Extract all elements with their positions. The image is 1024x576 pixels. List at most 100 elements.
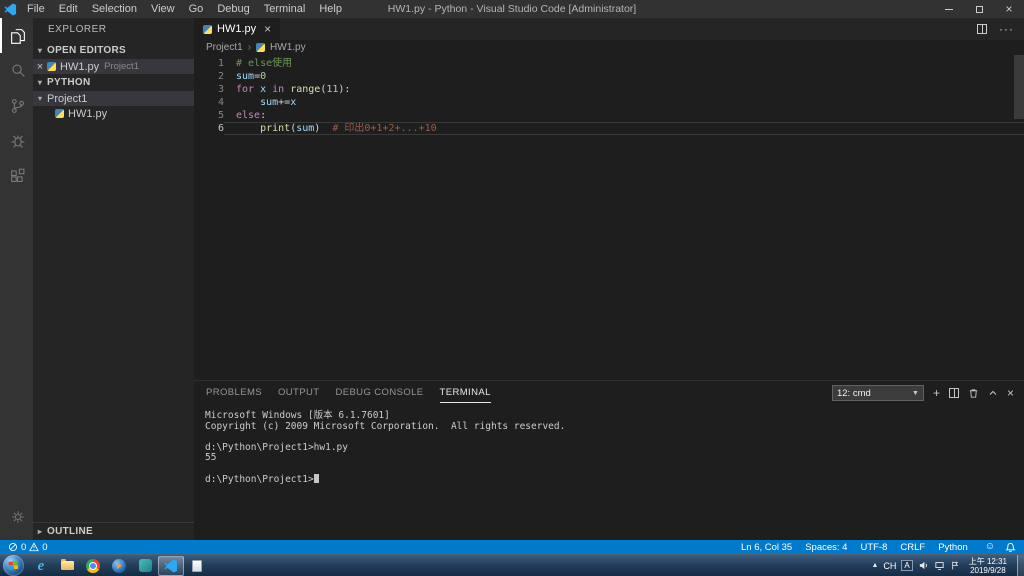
network-icon[interactable] [934, 560, 945, 571]
open-editors-header[interactable]: ▾ OPEN EDITORS [33, 42, 194, 59]
notifications-bell-icon[interactable] [1005, 542, 1016, 553]
panel-tab[interactable]: OUTPUT [278, 383, 319, 403]
warning-icon [29, 542, 40, 552]
terminal[interactable]: Microsoft Windows [版本 6.1.7601] Copyright… [194, 405, 1024, 540]
code-token: 11 [326, 84, 339, 95]
paint-icon[interactable] [132, 556, 158, 576]
tab-hw1py[interactable]: HW1.py × [194, 18, 281, 40]
warning-count: 0 [42, 541, 48, 553]
menu-item[interactable]: Debug [210, 0, 256, 18]
windows-flag-icon [8, 560, 19, 570]
status-item[interactable]: UTF-8 [860, 542, 887, 553]
action-center-flag-icon[interactable] [950, 560, 960, 571]
line-content: sum+=x [224, 96, 1024, 109]
chevron-right-icon: ▸ [37, 527, 43, 536]
close-panel-icon[interactable]: × [1007, 386, 1014, 400]
terminal-selector-value: 12: cmd [836, 387, 871, 399]
open-editor-item[interactable]: × HW1.py Project1 [33, 59, 194, 74]
status-item[interactable]: Spaces: 4 [805, 542, 847, 553]
terminal-selector[interactable]: 12: cmd ▼ [831, 385, 924, 401]
file-explorer-icon[interactable] [54, 556, 80, 576]
menu-item[interactable]: File [20, 0, 52, 18]
breadcrumb-file[interactable]: HW1.py [270, 42, 306, 53]
ie-icon[interactable]: e [28, 556, 54, 576]
maximize-panel-icon[interactable] [988, 388, 998, 398]
chrome-icon[interactable] [80, 556, 106, 576]
line-number: 1 [217, 58, 224, 69]
code-line[interactable]: 6 print(sum) # 印出0+1+2+...+10 [194, 122, 1024, 135]
ime-mode-indicator[interactable]: A [901, 560, 913, 571]
explorer-activity-icon[interactable] [0, 18, 33, 53]
menu-item[interactable]: Selection [85, 0, 144, 18]
panel-header: PROBLEMS OUTPUT DEBUG CONSOLE TERMINAL 12: … [194, 381, 1024, 405]
feedback-smiley-icon[interactable]: ☺ [985, 542, 995, 552]
speaker-icon[interactable] [918, 560, 929, 571]
code-token: print [236, 123, 291, 134]
vscode-logo-icon [0, 2, 20, 16]
menu-item[interactable]: Help [312, 0, 349, 18]
code-editor[interactable]: 1 # else使用 2 sum=0 3 for x in range(11): [194, 55, 1024, 380]
python-file-icon [47, 62, 56, 71]
problems-status[interactable]: 0 0 [8, 542, 48, 553]
file-item-hw1py[interactable]: HW1.py [33, 106, 194, 121]
workspace-header[interactable]: ▾ PYTHON [33, 74, 194, 91]
debug-icon[interactable] [0, 123, 33, 158]
code-token: # else使用 [236, 58, 293, 69]
outline-label: OUTLINE [47, 526, 93, 537]
close-tab-icon[interactable]: × [264, 22, 271, 36]
kill-terminal-icon[interactable] [968, 388, 979, 399]
status-item[interactable]: Ln 6, Col 35 [741, 542, 792, 553]
split-editor-icon[interactable] [977, 24, 987, 34]
maximize-button[interactable] [964, 0, 994, 18]
menu-item[interactable]: Go [182, 0, 211, 18]
line-number: 3 [217, 84, 224, 95]
code-line[interactable]: 2 sum=0 [194, 70, 1024, 83]
terminal-line: 55 [205, 452, 217, 463]
code-line[interactable]: 3 for x in range(11): [194, 83, 1024, 96]
terminal-line: Copyright (c) 2009 Microsoft Corporation… [205, 420, 566, 432]
menu-item[interactable]: Terminal [257, 0, 313, 18]
hidden-icons-arrow[interactable]: ▲ [871, 562, 878, 569]
line-number: 4 [217, 97, 224, 108]
code-token: += [278, 97, 291, 108]
split-terminal-icon[interactable] [948, 388, 959, 398]
menu-item[interactable]: View [144, 0, 182, 18]
notepad-icon[interactable] [184, 556, 210, 576]
source-control-icon[interactable] [0, 88, 33, 123]
close-editor-icon[interactable]: × [33, 61, 47, 73]
vscode-taskbar-icon[interactable] [158, 555, 184, 576]
breadcrumb-folder[interactable]: Project1 [206, 42, 243, 53]
show-desktop-button[interactable] [1017, 555, 1024, 576]
breadcrumb[interactable]: Project1 › HW1.py [194, 40, 1024, 55]
sidebar-title: EXPLORER [48, 24, 107, 35]
minimize-button[interactable] [934, 0, 964, 18]
taskbar-clock[interactable]: 上午 12:31 2019/9/28 [969, 557, 1007, 575]
close-window-button[interactable]: × [994, 0, 1024, 18]
chevron-down-icon: ▾ [37, 78, 43, 87]
panel-tab[interactable]: PROBLEMS [206, 383, 262, 403]
editor-scrollbar[interactable] [1014, 55, 1024, 119]
outline-header[interactable]: ▸ OUTLINE [33, 522, 194, 540]
status-item[interactable]: CRLF [900, 542, 925, 553]
language-indicator[interactable]: CH [883, 561, 896, 571]
panel-tab[interactable]: DEBUG CONSOLE [335, 383, 423, 403]
menu-item[interactable]: Edit [52, 0, 85, 18]
bottom-panel: PROBLEMS OUTPUT DEBUG CONSOLE TERMINAL 12: … [194, 380, 1024, 540]
settings-gear-icon[interactable] [0, 499, 33, 534]
search-icon[interactable] [0, 53, 33, 88]
code-token: : [260, 110, 267, 121]
start-button[interactable] [3, 555, 24, 576]
line-content: print(sum) # 印出0+1+2+...+10 [224, 122, 1024, 135]
folder-item-project1[interactable]: ▾ Project1 [33, 91, 194, 106]
code-line[interactable]: 1 # else使用 [194, 57, 1024, 70]
status-item[interactable]: Python [938, 542, 968, 553]
more-actions-icon[interactable]: ··· [999, 22, 1014, 36]
media-player-icon[interactable] [106, 556, 132, 576]
new-terminal-icon[interactable]: + [933, 386, 940, 400]
code-line[interactable]: 5 else: [194, 109, 1024, 122]
code-line[interactable]: 4 sum+=x [194, 96, 1024, 109]
extensions-icon[interactable] [0, 158, 33, 193]
panel-tab[interactable]: TERMINAL [440, 383, 491, 403]
open-editor-project: Project1 [104, 61, 139, 72]
